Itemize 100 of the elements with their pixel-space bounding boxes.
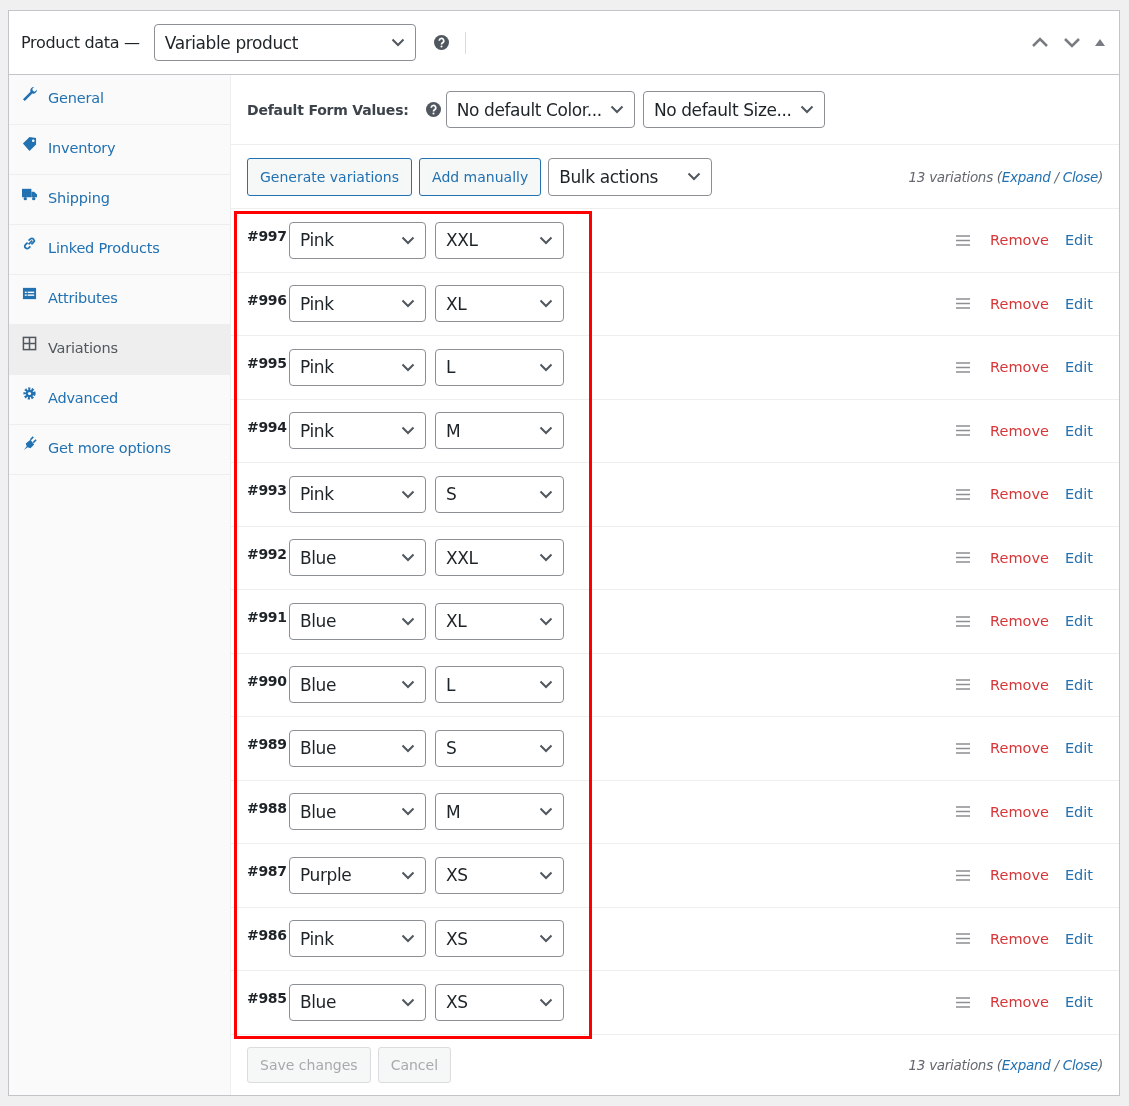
drag-handle-icon[interactable] [956, 806, 971, 818]
chevron-down-icon [401, 934, 415, 944]
product-type-select[interactable]: Variable product [153, 24, 416, 61]
drag-handle-icon[interactable] [956, 742, 971, 754]
edit-link[interactable]: Edit [1064, 994, 1093, 1011]
help-icon[interactable] [425, 102, 441, 117]
remove-link[interactable]: Remove [990, 930, 1049, 947]
edit-link[interactable]: Edit [1064, 676, 1093, 693]
list-icon [22, 286, 37, 301]
remove-link[interactable]: Remove [990, 676, 1049, 693]
remove-link[interactable]: Remove [990, 803, 1049, 820]
default-value-select[interactable]: No default Color... [445, 91, 635, 128]
toolbar-button[interactable]: Generate variations [247, 157, 413, 196]
drag-handle-icon[interactable] [956, 425, 971, 437]
remove-link[interactable]: Remove [990, 295, 1049, 312]
attribute-select[interactable]: XXL [435, 221, 564, 259]
attribute-select[interactable]: Purple [289, 856, 426, 894]
attribute-select[interactable]: XL [435, 285, 564, 323]
attribute-select[interactable]: XXL [435, 539, 564, 577]
attribute-select[interactable]: Pink [289, 475, 426, 513]
panel-title: Product data — [21, 33, 140, 52]
attribute-select[interactable]: M [435, 793, 564, 831]
collapse-triangle-icon[interactable] [1095, 39, 1105, 46]
sidebar-tab[interactable]: General [9, 75, 230, 125]
attribute-select[interactable]: M [435, 412, 564, 450]
remove-link[interactable]: Remove [990, 549, 1049, 566]
drag-handle-icon[interactable] [956, 933, 971, 945]
drag-handle-icon[interactable] [956, 552, 971, 564]
attribute-select[interactable]: Pink [289, 348, 426, 386]
attribute-select[interactable]: Pink [289, 412, 426, 450]
remove-link[interactable]: Remove [990, 867, 1049, 884]
expand-link[interactable]: Expand [1001, 168, 1051, 185]
bulk-actions-select[interactable]: Bulk actions [548, 157, 713, 196]
grid-icon [22, 336, 37, 351]
chevron-down-icon [539, 807, 553, 817]
variation-id: #990 [247, 672, 288, 689]
chevron-down-icon [401, 426, 415, 436]
attribute-select[interactable]: S [435, 729, 564, 767]
edit-link[interactable]: Edit [1064, 867, 1093, 884]
expand-link[interactable]: Expand [1001, 1056, 1051, 1073]
attribute-select[interactable]: Pink [289, 221, 426, 259]
sidebar-tab[interactable]: Inventory [9, 125, 230, 175]
remove-link[interactable]: Remove [990, 422, 1049, 439]
drag-handle-icon[interactable] [956, 869, 971, 881]
help-icon[interactable] [433, 35, 449, 50]
remove-link[interactable]: Remove [990, 740, 1049, 757]
drag-handle-icon[interactable] [956, 361, 971, 373]
chevron-down-icon [390, 38, 405, 47]
attribute-select[interactable]: XL [435, 602, 564, 640]
attribute-select[interactable]: Pink [289, 285, 426, 323]
edit-link[interactable]: Edit [1064, 740, 1093, 757]
attribute-select[interactable]: S [435, 475, 564, 513]
sidebar-tab[interactable]: Shipping [9, 175, 230, 225]
sidebar-tab[interactable]: Linked Products [9, 225, 230, 275]
remove-link[interactable]: Remove [990, 994, 1049, 1011]
sidebar-tab[interactable]: Advanced [9, 375, 230, 425]
drag-handle-icon[interactable] [956, 615, 971, 627]
attribute-select[interactable]: Blue [289, 666, 426, 704]
toolbar-button[interactable]: Add manually [419, 157, 542, 196]
edit-link[interactable]: Edit [1064, 232, 1093, 249]
attribute-select[interactable]: L [435, 348, 564, 386]
variation-id: #991 [247, 609, 288, 626]
drag-handle-icon[interactable] [956, 996, 971, 1008]
move-up-icon[interactable] [1031, 37, 1049, 48]
edit-link[interactable]: Edit [1064, 549, 1093, 566]
remove-link[interactable]: Remove [990, 232, 1049, 249]
attribute-select[interactable]: XS [435, 920, 564, 958]
attribute-select[interactable]: Blue [289, 983, 426, 1021]
edit-link[interactable]: Edit [1064, 295, 1093, 312]
sidebar-tab[interactable]: Get more options [9, 425, 230, 475]
attribute-select[interactable]: Blue [289, 602, 426, 640]
drag-handle-icon[interactable] [956, 488, 971, 500]
variations-summary: 13 variations (Expand / Close) [908, 168, 1103, 185]
variation-id: #996 [247, 291, 288, 308]
variations-summary: 13 variations (Expand / Close) [908, 1056, 1103, 1073]
drag-handle-icon[interactable] [956, 298, 971, 310]
variation-id: #985 [247, 990, 288, 1007]
attribute-select[interactable]: Pink [289, 920, 426, 958]
attribute-select[interactable]: L [435, 666, 564, 704]
edit-link[interactable]: Edit [1064, 613, 1093, 630]
attribute-select[interactable]: Blue [289, 539, 426, 577]
chevron-down-icon [401, 299, 415, 309]
remove-link[interactable]: Remove [990, 486, 1049, 503]
edit-link[interactable]: Edit [1064, 930, 1093, 947]
attribute-select[interactable]: XS [435, 856, 564, 894]
move-down-icon[interactable] [1063, 37, 1081, 48]
chevron-down-icon [539, 616, 553, 626]
remove-link[interactable]: Remove [990, 613, 1049, 630]
attribute-select[interactable]: Blue [289, 729, 426, 767]
sidebar-tab[interactable]: Variations [9, 325, 230, 375]
edit-link[interactable]: Edit [1064, 359, 1093, 376]
remove-link[interactable]: Remove [990, 359, 1049, 376]
edit-link[interactable]: Edit [1064, 486, 1093, 503]
drag-handle-icon[interactable] [956, 234, 971, 246]
edit-link[interactable]: Edit [1064, 803, 1093, 820]
attribute-select[interactable]: Blue [289, 793, 426, 831]
attribute-select[interactable]: XS [435, 983, 564, 1021]
edit-link[interactable]: Edit [1064, 422, 1093, 439]
default-value-select[interactable]: No default Size... [642, 91, 825, 128]
drag-handle-icon[interactable] [956, 679, 971, 691]
